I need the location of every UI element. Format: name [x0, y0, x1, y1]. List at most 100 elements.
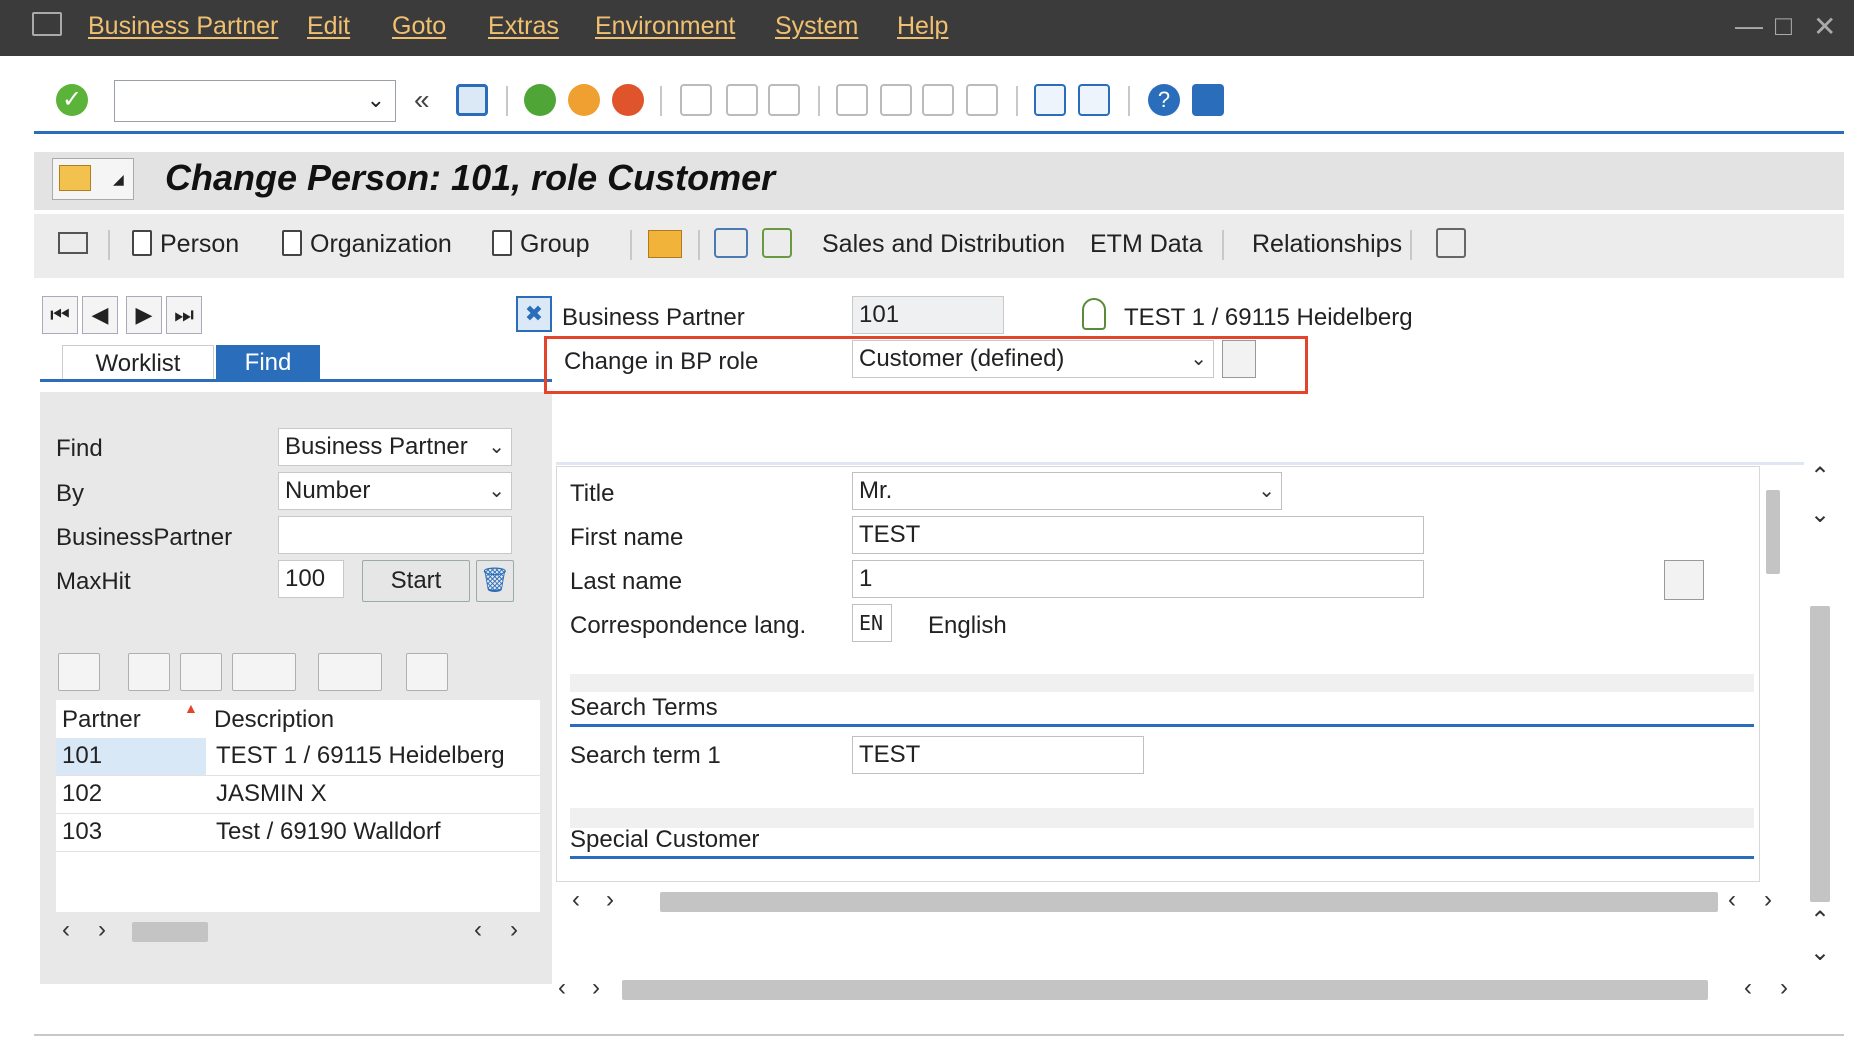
tab-find[interactable]: Find	[216, 345, 320, 381]
next-record-button[interactable]: ▶	[126, 296, 162, 334]
vertical-scrollbar[interactable]	[1766, 490, 1780, 574]
settings-icon[interactable]	[1192, 84, 1224, 116]
org-chart-icon[interactable]	[1436, 228, 1466, 258]
table-row[interactable]: 101 TEST 1 / 69115 Heidelberg	[56, 738, 540, 776]
expand-details-icon[interactable]	[1664, 560, 1704, 600]
first-record-button[interactable]: ⏮	[42, 296, 78, 334]
menu-business-partner[interactable]: Business Partner	[88, 12, 278, 41]
etm-data-button[interactable]: ETM Data	[1090, 230, 1203, 259]
minimize-icon[interactable]: —	[1735, 10, 1763, 42]
menu-system[interactable]: System	[775, 12, 858, 41]
layout-icon[interactable]	[318, 653, 382, 691]
scroll-left-icon[interactable]: ‹	[1728, 886, 1736, 914]
maximize-icon[interactable]: □	[1775, 10, 1792, 42]
tab-worklist[interactable]: Worklist	[62, 345, 214, 381]
scroll-right-icon[interactable]: ›	[1764, 886, 1772, 914]
find-icon[interactable]	[726, 84, 758, 116]
menu-edit[interactable]: Edit	[307, 12, 350, 41]
save-icon[interactable]	[456, 84, 488, 116]
find-next-icon[interactable]	[768, 84, 800, 116]
menu-extras[interactable]: Extras	[488, 12, 559, 41]
bp-header-description: TEST 1 / 69115 Heidelberg	[1124, 304, 1413, 331]
last-name-input[interactable]: 1	[852, 560, 1424, 598]
scroll-left-icon[interactable]: ‹	[62, 916, 70, 944]
outer-horizontal-scrollbar[interactable]	[622, 980, 1708, 1000]
scroll-up-icon[interactable]: ⌃	[1810, 906, 1830, 935]
last-page-icon[interactable]	[966, 84, 998, 116]
details-icon[interactable]	[58, 653, 100, 691]
menu-environment[interactable]: Environment	[595, 12, 735, 41]
back-icon[interactable]	[524, 84, 556, 116]
maxhit-input[interactable]: 100	[278, 560, 344, 598]
prev-page-icon[interactable]	[880, 84, 912, 116]
exit-icon[interactable]	[568, 84, 600, 116]
prev-record-button[interactable]: ◀	[82, 296, 118, 334]
close-icon[interactable]: ✕	[1813, 10, 1836, 43]
first-name-input[interactable]: TEST	[852, 516, 1424, 554]
enter-icon[interactable]: ✓	[56, 84, 88, 116]
title-select[interactable]: Mr. ⌄	[852, 472, 1282, 510]
search-term-1-input[interactable]: TEST	[852, 736, 1144, 774]
language-code-input[interactable]: EN	[852, 604, 892, 642]
sap-menu-icon[interactable]	[32, 12, 62, 36]
sort-ascending-icon: ▲	[184, 700, 198, 716]
by-select[interactable]: Number ⌄	[278, 472, 512, 510]
scroll-right-icon[interactable]: ›	[98, 916, 106, 944]
last-record-button[interactable]: ⏭	[166, 296, 202, 334]
organization-button[interactable]: Organization	[282, 230, 452, 259]
new-session-icon[interactable]	[1034, 84, 1066, 116]
bp-menu-button[interactable]: ◢	[52, 158, 134, 200]
role-details-icon[interactable]	[1222, 340, 1256, 378]
list-icon[interactable]	[58, 232, 88, 254]
open-folder-icon[interactable]	[648, 230, 682, 258]
lock-icon[interactable]	[762, 228, 792, 258]
scroll-left-icon[interactable]: ‹	[1744, 974, 1752, 1002]
menu-goto[interactable]: Goto	[392, 12, 446, 41]
command-field[interactable]: ⌄	[114, 80, 396, 122]
menu-help[interactable]: Help	[897, 12, 948, 41]
scroll-right-icon[interactable]: ›	[606, 886, 614, 914]
scroll-down-icon[interactable]: ⌄	[1810, 938, 1830, 967]
table-row[interactable]: 103 Test / 69190 Walldorf	[56, 814, 540, 852]
role-select[interactable]: Customer (defined) ⌄	[852, 340, 1214, 378]
trash-icon[interactable]: 🗑	[476, 560, 514, 602]
first-page-icon[interactable]	[836, 84, 868, 116]
outer-vertical-scrollbar[interactable]	[1810, 606, 1830, 902]
favorites-add-icon[interactable]	[406, 653, 448, 691]
group-button[interactable]: Group	[492, 230, 589, 259]
partner-column-header[interactable]: Partner	[62, 706, 141, 734]
separator	[818, 86, 820, 116]
sales-distribution-button[interactable]: Sales and Distribution	[822, 230, 1065, 259]
start-button[interactable]: Start	[362, 560, 470, 602]
scroll-up-icon[interactable]: ⌃	[1810, 462, 1830, 491]
next-page-icon[interactable]	[922, 84, 954, 116]
description-column-header[interactable]: Description	[214, 706, 334, 734]
find-select[interactable]: Business Partner ⌄	[278, 428, 512, 466]
help-icon[interactable]: ?	[1148, 84, 1180, 116]
cancel-icon[interactable]	[612, 84, 644, 116]
filter-icon[interactable]	[232, 653, 296, 691]
shortcut-icon[interactable]	[1078, 84, 1110, 116]
scroll-right-icon[interactable]: ›	[592, 974, 600, 1002]
scroll-right-icon[interactable]: ›	[1780, 974, 1788, 1002]
print-icon[interactable]	[680, 84, 712, 116]
person-button[interactable]: Person	[132, 230, 239, 259]
chevron-down-icon: ⌄	[488, 480, 505, 502]
scroll-left-icon[interactable]: ‹	[474, 916, 482, 944]
bp-number-input[interactable]	[278, 516, 512, 554]
chevron-down-icon: ⌄	[366, 87, 385, 112]
edit-glasses-icon[interactable]	[714, 228, 748, 258]
scroll-left-icon[interactable]: ‹	[572, 886, 580, 914]
find-next-icon[interactable]	[180, 653, 222, 691]
scroll-left-icon[interactable]: ‹	[558, 974, 566, 1002]
collapse-icon[interactable]: «	[414, 84, 430, 116]
close-worklist-icon[interactable]: ✖	[516, 296, 552, 332]
relationships-button[interactable]: Relationships	[1252, 230, 1402, 259]
special-customer-header: Special Customer	[570, 826, 760, 853]
table-row[interactable]: 102 JASMIN X	[56, 776, 540, 814]
scroll-right-icon[interactable]: ›	[510, 916, 518, 944]
horizontal-scrollbar[interactable]	[660, 892, 1718, 912]
find-icon[interactable]	[128, 653, 170, 691]
horizontal-scrollbar[interactable]	[132, 922, 208, 942]
scroll-down-icon[interactable]: ⌄	[1810, 500, 1830, 529]
